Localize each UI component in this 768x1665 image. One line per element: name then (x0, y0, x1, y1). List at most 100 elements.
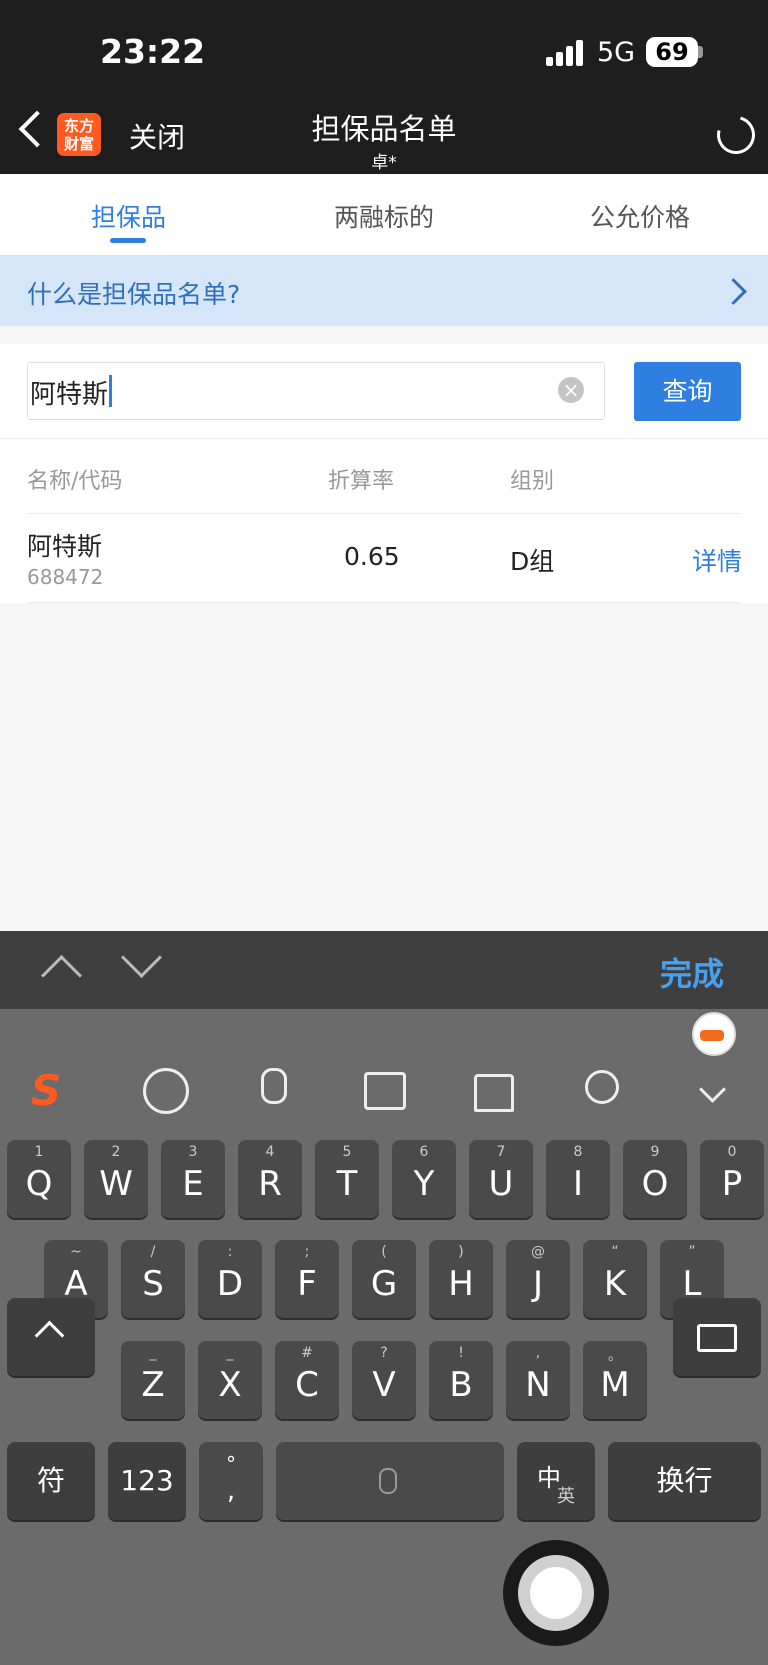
punct-bottom: , (226, 1476, 236, 1506)
search-input[interactable]: 阿特斯 × (27, 362, 605, 420)
skin-icon[interactable] (474, 1074, 514, 1112)
key-label: K (603, 1264, 627, 1304)
key-hint: 2 (111, 1144, 121, 1160)
key-o[interactable]: 9O (623, 1140, 687, 1218)
emoji-icon[interactable] (143, 1068, 189, 1114)
keyboard-accessory-bar: 完成 (0, 931, 768, 1009)
tab-fair-price[interactable]: 公允价格 (590, 198, 690, 234)
key-hint: 1 (34, 1144, 44, 1160)
mascot-face (700, 1030, 724, 1041)
microphone-icon[interactable] (261, 1068, 287, 1104)
sogou-logo-icon[interactable]: S (31, 1066, 79, 1115)
header-name-code: 名称/代码 (27, 469, 123, 494)
tab-margin-targets[interactable]: 两融标的 (334, 198, 434, 234)
key-hint: ; (304, 1244, 310, 1260)
key-hint: 7 (496, 1144, 506, 1160)
key-g[interactable]: (G (352, 1240, 416, 1318)
key-k[interactable]: “K (583, 1240, 647, 1318)
search-icon[interactable] (585, 1070, 619, 1104)
clear-icon[interactable]: × (558, 377, 584, 403)
key-f[interactable]: ; F (275, 1240, 339, 1318)
key-m[interactable]: 。 M (583, 1341, 647, 1419)
row-group: D组 (510, 547, 555, 576)
key-n[interactable]: ,N (506, 1341, 570, 1419)
key-d[interactable]: :D (198, 1240, 262, 1318)
detail-link[interactable]: 详情 (692, 542, 742, 578)
banner-text: 什么是担保品名单? (27, 280, 241, 309)
shift-key[interactable] (7, 1298, 95, 1376)
key-i[interactable]: 8I (546, 1140, 610, 1218)
divider (27, 602, 741, 603)
key-label: E (182, 1164, 204, 1204)
key-label: F (297, 1264, 317, 1304)
key-label: N (525, 1365, 551, 1405)
key-hint: 3 (188, 1144, 198, 1160)
key-b[interactable]: ! B (429, 1341, 493, 1419)
key-c[interactable]: # C (275, 1341, 339, 1419)
key-hint: ! (458, 1345, 464, 1361)
active-tab-indicator (110, 238, 146, 243)
header-group: 组别 (510, 469, 555, 494)
key-hint: : (227, 1244, 233, 1260)
lang-sub: 英 (557, 1486, 575, 1507)
key-s[interactable]: / S (121, 1240, 185, 1318)
key-hint: ? (380, 1345, 388, 1361)
keyboard-icon[interactable] (364, 1072, 406, 1110)
key-hint: # (301, 1345, 313, 1361)
key-hint: 。 (608, 1348, 622, 1364)
punct-top: ° (226, 1452, 236, 1476)
chevron-up-icon[interactable] (40, 954, 83, 997)
status-time: 23:22 (100, 32, 206, 71)
key-x[interactable]: _ X (198, 1341, 262, 1419)
punctuation-key[interactable]: ° , (199, 1442, 263, 1520)
delete-key[interactable] (673, 1298, 761, 1376)
key-hint: / (150, 1244, 156, 1260)
page-subtitle: 卓* (371, 153, 397, 173)
key-hint: _ (149, 1345, 157, 1361)
key-hint: 8 (573, 1144, 583, 1160)
done-button[interactable]: 完成 (660, 949, 724, 995)
key-label: V (372, 1365, 396, 1405)
key-q[interactable]: 1Q (7, 1140, 71, 1218)
chevron-down-icon[interactable] (120, 936, 163, 979)
network-label: 5G (597, 37, 636, 68)
key-h[interactable]: ) H (429, 1240, 493, 1318)
results-table: 名称/代码 折算率 组别 阿特斯 688472 0.65 D组 详情 (0, 439, 768, 603)
key-z[interactable]: _ Z (121, 1341, 185, 1419)
chevron-right-icon (720, 278, 747, 305)
info-banner[interactable]: 什么是担保品名单? (0, 255, 768, 326)
key-u[interactable]: 7U (469, 1140, 533, 1218)
tab-collateral[interactable]: 担保品 (91, 198, 166, 234)
key-hint: 9 (650, 1144, 660, 1160)
query-button[interactable]: 查询 (634, 362, 741, 421)
delete-icon (697, 1324, 737, 1352)
battery-icon: 69 (646, 37, 698, 67)
key-v[interactable]: ? V (352, 1341, 416, 1419)
key-e[interactable]: 3E (161, 1140, 225, 1218)
key-r[interactable]: 4R (238, 1140, 302, 1218)
row-rate: 0.65 (344, 542, 400, 571)
key-label: H (448, 1264, 474, 1304)
divider (27, 513, 741, 514)
return-key[interactable]: 换行 (608, 1442, 761, 1520)
key-t[interactable]: 5T (315, 1140, 379, 1218)
key-hint: ( (381, 1244, 387, 1260)
key-hint: ) (458, 1244, 464, 1260)
key-label: R (258, 1164, 282, 1204)
key-j[interactable]: @ J (506, 1240, 570, 1318)
symbols-key[interactable]: 符 (7, 1442, 95, 1520)
assistive-touch-button[interactable] (530, 1567, 582, 1619)
key-label: I (572, 1164, 584, 1204)
key-p[interactable]: 0P (700, 1140, 764, 1218)
voice-icon (379, 1468, 397, 1494)
key-label: Z (141, 1365, 165, 1405)
header-rate: 折算率 (328, 469, 395, 494)
key-label: C (295, 1365, 319, 1405)
language-toggle-key[interactable]: 中 英 (517, 1442, 595, 1520)
numbers-key[interactable]: 123 (108, 1442, 186, 1520)
key-hint: 0 (727, 1144, 737, 1160)
key-hint: “ (611, 1244, 619, 1260)
space-key[interactable] (276, 1442, 504, 1520)
key-y[interactable]: 6Y (392, 1140, 456, 1218)
key-w[interactable]: 2W (84, 1140, 148, 1218)
